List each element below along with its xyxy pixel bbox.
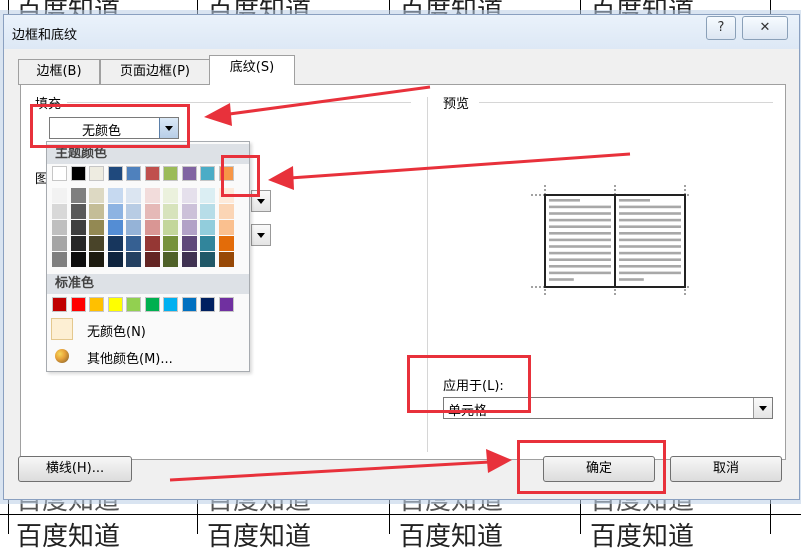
annotation-arrows: [169, 85, 631, 482]
